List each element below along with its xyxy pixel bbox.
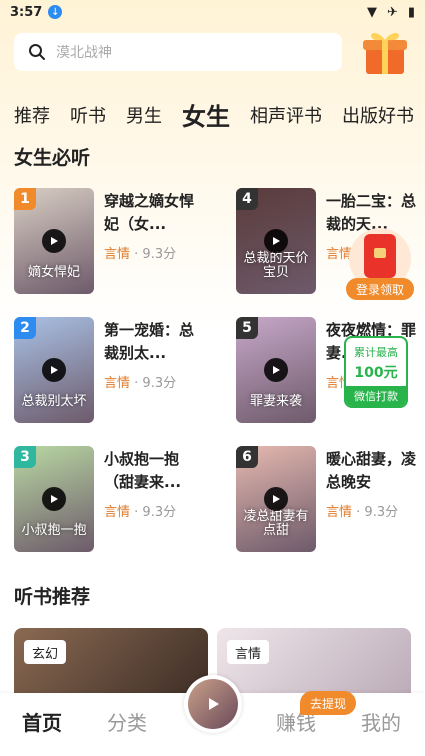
book-category: 言情 <box>104 376 131 391</box>
tab-female[interactable]: 女生 <box>182 102 230 132</box>
recommend-tag: 玄幻 <box>24 640 67 664</box>
wechat-payout-top: 累计最高 <box>354 346 398 359</box>
play-icon[interactable] <box>264 229 288 253</box>
book-item[interactable]: 1 嫡女悍妃 穿越之嫡女悍妃（女... 言情 · 9.3分 <box>14 188 204 294</box>
cover-title: 总裁的天价宝贝 <box>243 251 309 280</box>
book-title[interactable]: 暖心甜妻，凌总晚安 <box>326 448 422 494</box>
book-cover[interactable]: 6 凌总甜妻有点甜 <box>236 446 316 552</box>
section-title-audio: 听书推荐 <box>14 586 91 608</box>
play-icon[interactable] <box>264 358 288 382</box>
book-category: 言情 <box>326 505 353 520</box>
search-icon <box>29 44 45 60</box>
category-tabs: 推荐 听书 男生 女生 相声评书 出版好书 <box>0 94 425 132</box>
book-cover[interactable]: 2 总裁别太坏 <box>14 317 94 423</box>
redpack-label: 登录领取 <box>346 278 414 300</box>
cover-title: 小叔抱一抱 <box>21 523 87 538</box>
play-icon <box>209 698 219 710</box>
book-cover[interactable]: 1 嫡女悍妃 <box>14 188 94 294</box>
cover-title: 罪妻来袭 <box>249 394 302 409</box>
tab-male[interactable]: 男生 <box>126 102 162 132</box>
book-item[interactable]: 2 总裁别太坏 第一宠婚：总裁别太... 言情 · 9.3分 <box>14 317 204 423</box>
cover-title: 总裁别太坏 <box>21 394 87 409</box>
book-cover[interactable]: 5 罪妻来袭 <box>236 317 316 423</box>
nav-mine[interactable]: 我的 <box>361 707 401 736</box>
tab-recommend[interactable]: 推荐 <box>14 102 50 132</box>
login-redpack-widget[interactable]: 登录领取 <box>346 228 414 302</box>
status-icons: ▼ ✈ ▮ <box>367 5 415 20</box>
book-score: · 9.3分 <box>134 505 177 520</box>
book-title[interactable]: 第一宠婚：总裁别太... <box>104 319 200 365</box>
rank-badge: 6 <box>236 446 258 468</box>
book-score: · 9.3分 <box>134 247 177 262</box>
wechat-payout-widget[interactable]: 累计最高 100元 微信打款 <box>344 336 408 408</box>
search-placeholder: 漠北战神 <box>56 45 112 61</box>
cover-title: 嫡女悍妃 <box>27 265 80 280</box>
book-title[interactable]: 穿越之嫡女悍妃（女... <box>104 190 200 236</box>
book-score: · 9.3分 <box>356 505 399 520</box>
book-meta: 言情 · 9.3分 <box>104 243 176 262</box>
rank-badge: 1 <box>14 188 36 210</box>
status-time: 3:57 <box>10 4 43 20</box>
withdraw-badge[interactable]: 去提现 <box>300 691 357 715</box>
book-item[interactable]: 3 小叔抱一抱 小叔抱一抱（甜妻来... 言情 · 9.3分 <box>14 446 204 552</box>
wifi-icon: ▼ <box>366 4 377 20</box>
battery-icon: ▮ <box>407 4 415 20</box>
recommend-tag: 言情 <box>227 640 270 664</box>
play-icon[interactable] <box>42 358 66 382</box>
now-playing-button[interactable] <box>184 675 242 733</box>
rank-badge: 2 <box>14 317 36 339</box>
status-bar: 3:57 ↓ ▼ ✈ ▮ <box>0 0 425 24</box>
wechat-payout-amount: 100元 <box>354 365 398 381</box>
red-packet-icon <box>364 234 396 278</box>
book-score: · 9.3分 <box>134 376 177 391</box>
cover-title: 凌总甜妻有点甜 <box>243 509 309 538</box>
book-title[interactable]: 小叔抱一抱（甜妻来... <box>104 448 200 494</box>
book-cover[interactable]: 4 总裁的天价宝贝 <box>236 188 316 294</box>
nav-home[interactable]: 首页 <box>22 707 62 736</box>
book-cover[interactable]: 3 小叔抱一抱 <box>14 446 94 552</box>
rank-badge: 5 <box>236 317 258 339</box>
bottom-nav: 首页 分类 赚钱 我的 去提现 <box>0 675 425 756</box>
now-playing-cover <box>188 679 238 729</box>
book-meta: 言情 · 9.3分 <box>104 501 176 520</box>
airplane-icon: ✈ <box>386 4 398 20</box>
tab-crosstalk[interactable]: 相声评书 <box>250 102 322 132</box>
play-icon[interactable] <box>42 229 66 253</box>
play-icon[interactable] <box>42 487 66 511</box>
tab-audio[interactable]: 听书 <box>70 102 106 132</box>
wechat-payout-bottom: 微信打款 <box>346 386 406 406</box>
section-title-female: 女生必听 <box>14 147 91 169</box>
download-icon: ↓ <box>48 5 63 19</box>
rank-badge: 3 <box>14 446 36 468</box>
book-category: 言情 <box>104 505 131 520</box>
tab-published[interactable]: 出版好书 <box>342 102 414 132</box>
play-icon[interactable] <box>264 487 288 511</box>
book-meta: 言情 · 9.3分 <box>104 372 176 391</box>
nav-category[interactable]: 分类 <box>107 707 147 736</box>
search-bar[interactable]: 漠北战神 <box>14 33 342 71</box>
rank-badge: 4 <box>236 188 258 210</box>
gift-icon[interactable] <box>360 26 410 76</box>
book-meta: 言情 · 9.3分 <box>326 501 398 520</box>
book-category: 言情 <box>104 247 131 262</box>
book-item[interactable]: 6 凌总甜妻有点甜 暖心甜妻，凌总晚安言情 · 9.3分 <box>236 446 425 552</box>
